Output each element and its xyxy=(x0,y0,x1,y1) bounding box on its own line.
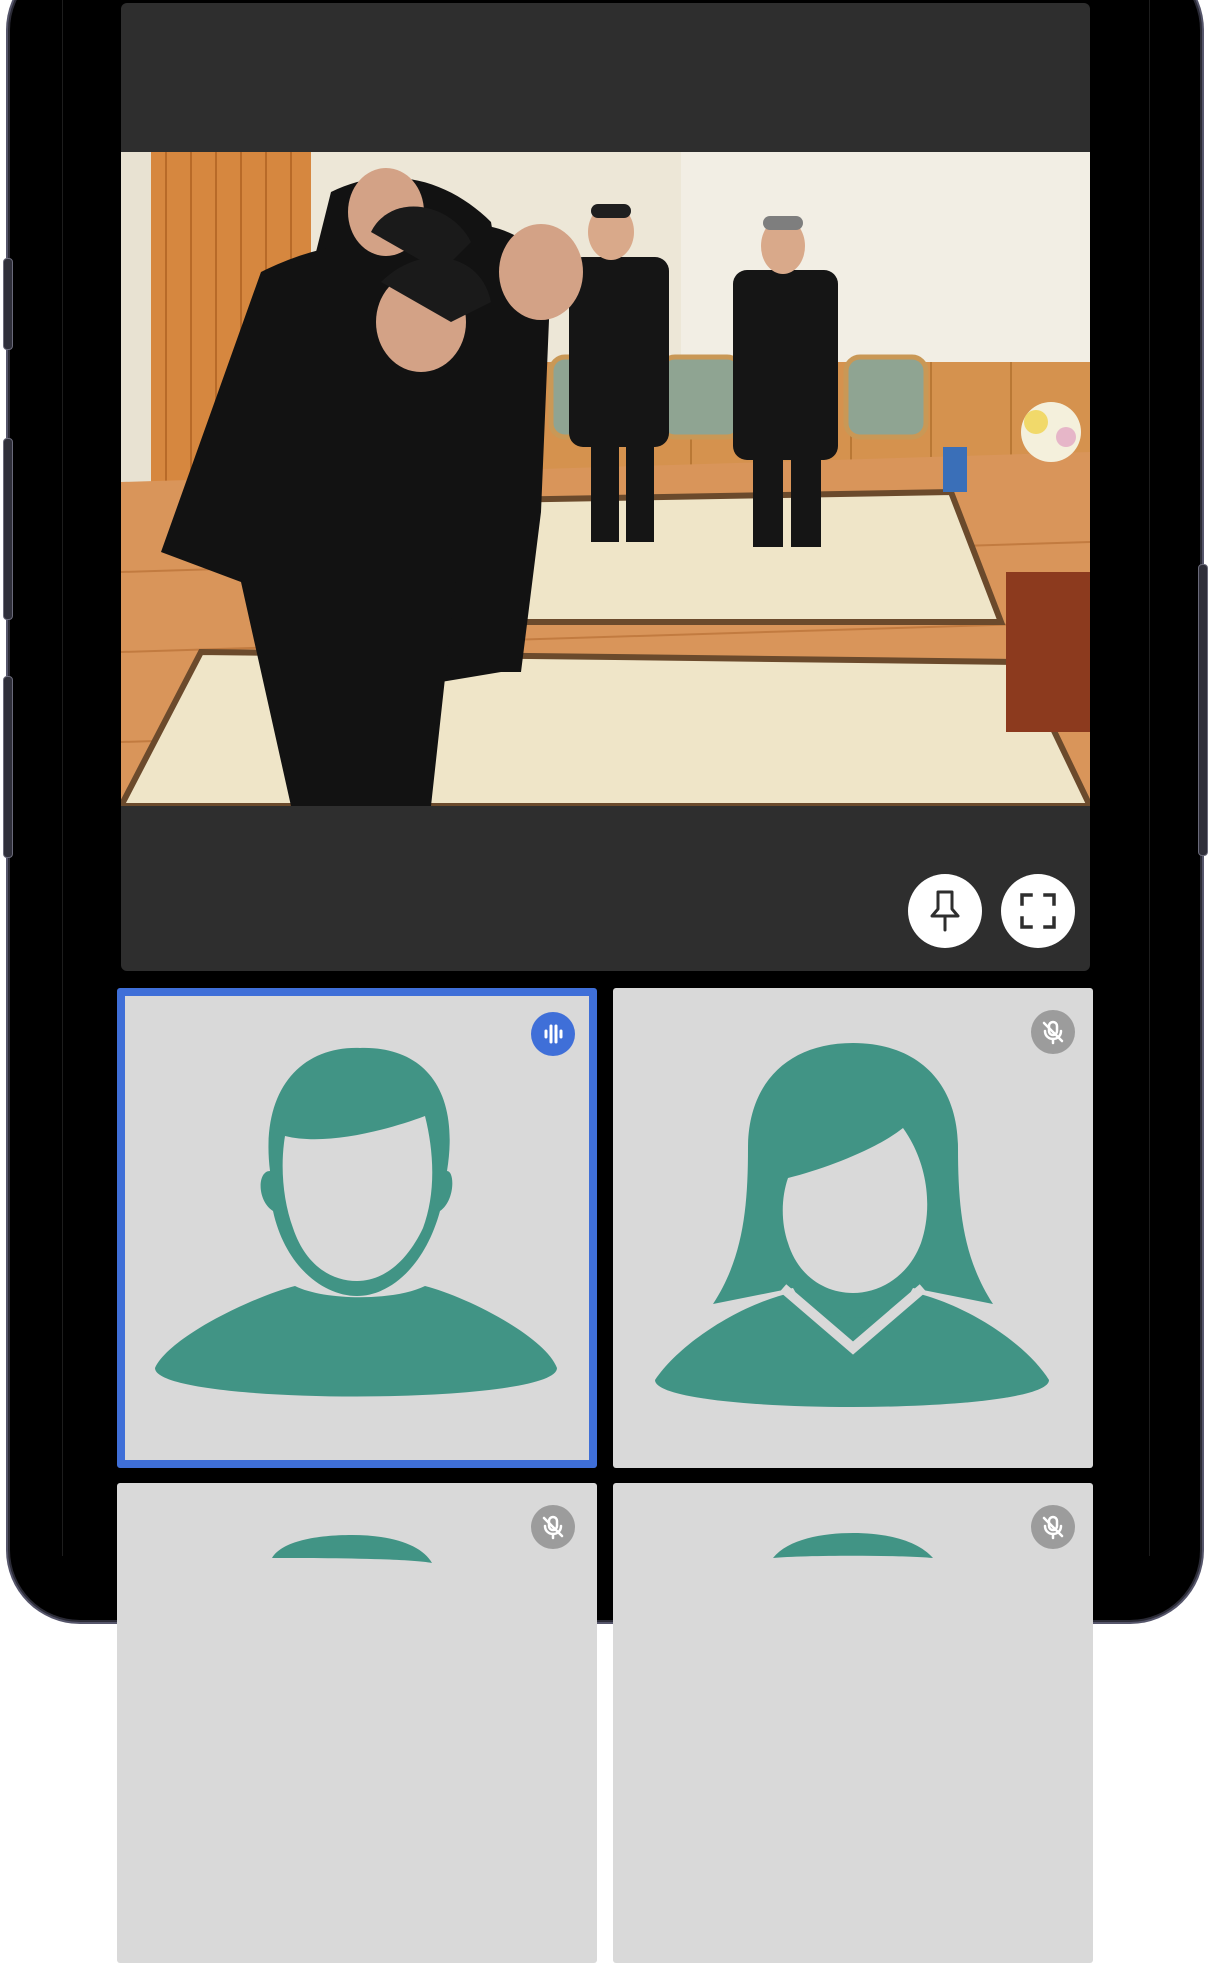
phone-side-button xyxy=(1198,564,1208,856)
fullscreen-icon xyxy=(1020,893,1056,929)
main-video-photo xyxy=(121,152,1090,806)
audio-level-icon xyxy=(544,1024,563,1044)
pin-button[interactable] xyxy=(908,874,982,948)
female-avatar-icon xyxy=(773,1533,933,1558)
participant-tile[interactable] xyxy=(613,988,1093,1468)
participant-status-badge xyxy=(531,1012,575,1056)
mic-off-icon xyxy=(1042,1515,1064,1540)
participant-status-badge xyxy=(531,1505,575,1549)
participant-status-badge xyxy=(1031,1505,1075,1549)
mic-off-icon xyxy=(542,1515,564,1540)
fullscreen-button[interactable] xyxy=(1001,874,1075,948)
phone-side-button xyxy=(3,676,13,858)
phone-side-button xyxy=(3,438,13,620)
male-avatar-icon xyxy=(155,1047,557,1397)
female-avatar-icon xyxy=(655,1043,1049,1407)
participant-tile[interactable] xyxy=(117,1483,597,1963)
participant-status-badge xyxy=(1031,1010,1075,1054)
phone-side-button xyxy=(3,258,13,350)
male-avatar-icon xyxy=(272,1535,432,1563)
participant-tile[interactable] xyxy=(613,1483,1093,1963)
pin-icon xyxy=(930,890,960,932)
participant-tile[interactable] xyxy=(117,988,597,1468)
mic-off-icon xyxy=(1042,1020,1064,1045)
main-video-stage[interactable] xyxy=(121,3,1090,971)
